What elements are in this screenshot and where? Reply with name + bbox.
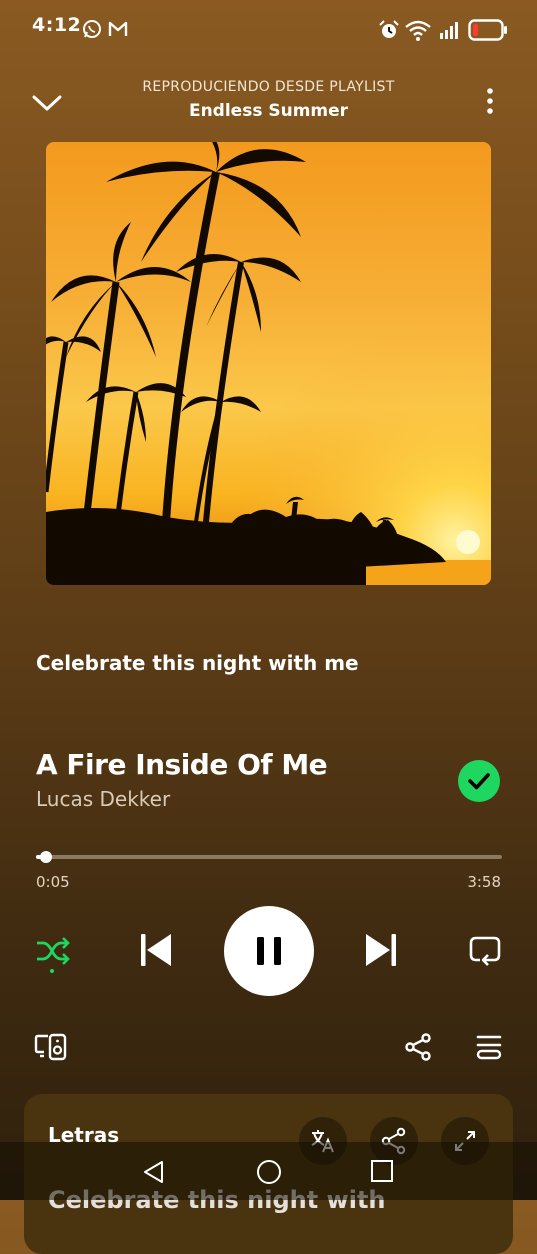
progress-track[interactable] (36, 855, 502, 859)
signal-icon (440, 22, 458, 39)
album-art (46, 142, 491, 585)
playing-from-label: REPRODUCIENDO DESDE PLAYLIST (142, 79, 395, 95)
connect-device-icon[interactable] (34, 1032, 68, 1062)
alarm-icon (379, 20, 399, 38)
system-nav-bar (0, 1142, 537, 1200)
share-icon[interactable] (404, 1033, 432, 1061)
status-time: 4:12 (32, 14, 82, 36)
more-options-icon[interactable] (482, 86, 498, 118)
home-nav-icon[interactable] (255, 1158, 283, 1186)
back-nav-icon[interactable] (142, 1159, 166, 1185)
recents-nav-icon[interactable] (370, 1159, 394, 1183)
pause-icon (257, 937, 281, 965)
elapsed-time: 0:05 (36, 873, 70, 891)
playlist-name[interactable]: Endless Summer (0, 101, 537, 121)
total-duration: 3:58 (467, 873, 501, 891)
battery-low-icon (468, 19, 507, 41)
track-artist[interactable]: Lucas Dekker (36, 787, 170, 811)
whatsapp-icon (83, 20, 101, 38)
previous-track-icon[interactable] (138, 932, 174, 968)
gmail-icon (108, 21, 128, 36)
queue-icon[interactable] (475, 1033, 503, 1061)
shuffle-icon[interactable] (35, 935, 71, 975)
repeat-icon[interactable] (467, 934, 503, 968)
next-track-icon[interactable] (363, 932, 399, 968)
palm-sunset-image (46, 142, 491, 585)
track-title[interactable]: A Fire Inside Of Me (36, 748, 328, 781)
current-lyric-line: Celebrate this night with me (36, 651, 359, 675)
liked-button[interactable] (458, 760, 500, 802)
check-icon (468, 773, 490, 790)
status-bar: 4:12 (0, 0, 537, 56)
pause-button[interactable] (224, 906, 314, 996)
wifi-icon (405, 20, 431, 41)
progress-knob[interactable] (39, 851, 52, 863)
